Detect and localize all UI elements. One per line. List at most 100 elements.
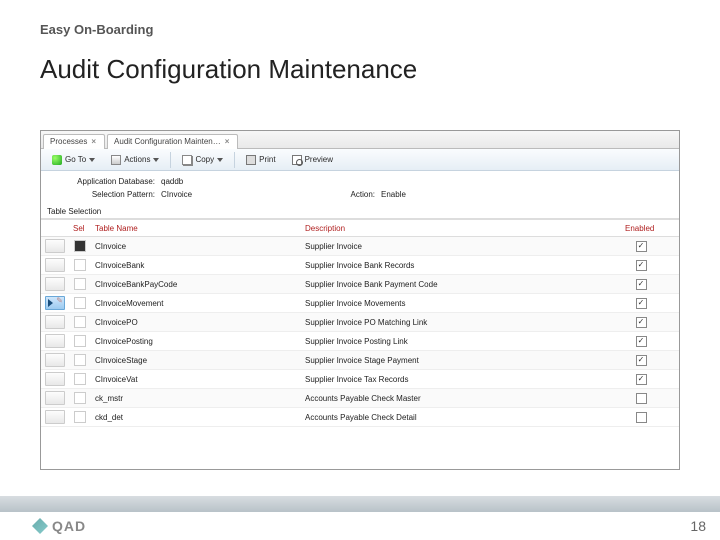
sel-checkbox[interactable] — [74, 354, 86, 366]
col-enabled[interactable]: Enabled — [621, 224, 661, 233]
goto-label: Go To — [65, 155, 86, 164]
cell-table-name: CInvoicePosting — [91, 337, 301, 346]
cell-table-name: ckd_det — [91, 413, 301, 422]
sel-checkbox[interactable] — [74, 392, 86, 404]
cell-table-name: CInvoiceVat — [91, 375, 301, 384]
close-icon[interactable]: × — [91, 137, 96, 146]
row-handle[interactable] — [45, 372, 65, 386]
cell-description: Accounts Payable Check Detail — [301, 413, 621, 422]
preview-button[interactable]: Preview — [285, 151, 340, 169]
enabled-checkbox[interactable] — [636, 279, 647, 290]
row-handle[interactable] — [45, 296, 65, 310]
sel-checkbox[interactable] — [74, 335, 86, 347]
enabled-checkbox[interactable] — [636, 241, 647, 252]
slide-eyebrow: Easy On-Boarding — [40, 22, 153, 37]
enabled-checkbox[interactable] — [636, 336, 647, 347]
row-handle[interactable] — [45, 239, 65, 253]
cell-table-name: ck_mstr — [91, 394, 301, 403]
cell-table-name: CInvoiceBank — [91, 261, 301, 270]
col-name[interactable]: Table Name — [91, 224, 301, 233]
table-row[interactable]: CInvoiceMovementSupplier Invoice Movemen… — [41, 294, 679, 313]
print-label: Print — [259, 155, 275, 164]
table-row[interactable]: CInvoicePostingSupplier Invoice Posting … — [41, 332, 679, 351]
enabled-checkbox[interactable] — [636, 298, 647, 309]
enabled-checkbox[interactable] — [636, 355, 647, 366]
grid-header: Sel Table Name Description Enabled — [41, 219, 679, 237]
cell-table-name: CInvoiceBankPayCode — [91, 280, 301, 289]
copy-button[interactable]: Copy — [175, 151, 230, 169]
preview-icon — [292, 155, 302, 165]
pattern-value[interactable]: CInvoice — [161, 190, 291, 199]
action-value[interactable]: Enable — [381, 190, 511, 199]
chevron-down-icon — [153, 158, 159, 162]
copy-icon — [182, 155, 192, 165]
qad-logo: QAD — [32, 518, 86, 534]
toolbar-separator — [170, 152, 171, 168]
table-row[interactable]: CInvoiceStageSupplier Invoice Stage Paym… — [41, 351, 679, 370]
enabled-checkbox[interactable] — [636, 260, 647, 271]
cell-description: Supplier Invoice Bank Records — [301, 261, 621, 270]
col-sel[interactable]: Sel — [69, 224, 91, 233]
copy-label: Copy — [195, 155, 214, 164]
table-selection-grid: Sel Table Name Description Enabled CInvo… — [41, 219, 679, 427]
chevron-down-icon — [217, 158, 223, 162]
enabled-checkbox[interactable] — [636, 374, 647, 385]
cell-description: Supplier Invoice Movements — [301, 299, 621, 308]
app-window: Processes × Audit Configuration Mainten…… — [40, 130, 680, 470]
tab-processes[interactable]: Processes × — [43, 134, 105, 149]
toolbar-separator — [234, 152, 235, 168]
form-area: Application Database: qaddb Selection Pa… — [41, 171, 679, 203]
print-button[interactable]: Print — [239, 151, 282, 169]
actions-icon — [111, 155, 121, 165]
table-row[interactable]: CInvoicePOSupplier Invoice PO Matching L… — [41, 313, 679, 332]
cell-description: Supplier Invoice Posting Link — [301, 337, 621, 346]
pattern-label: Selection Pattern: — [51, 190, 161, 199]
toolbar: Go To Actions Copy Print Preview — [41, 149, 679, 171]
row-handle[interactable] — [45, 391, 65, 405]
enabled-checkbox[interactable] — [636, 393, 647, 404]
row-handle[interactable] — [45, 353, 65, 367]
slide-title: Audit Configuration Maintenance — [40, 54, 417, 85]
qad-text: QAD — [52, 518, 86, 534]
section-header: Table Selection — [41, 203, 679, 219]
row-handle[interactable] — [45, 258, 65, 272]
sel-checkbox[interactable] — [74, 240, 86, 252]
table-row[interactable]: CInvoiceBankSupplier Invoice Bank Record… — [41, 256, 679, 275]
sel-checkbox[interactable] — [74, 316, 86, 328]
footer-bar — [0, 496, 720, 512]
actions-button[interactable]: Actions — [104, 151, 166, 169]
close-icon[interactable]: × — [225, 137, 230, 146]
tab-label: Audit Configuration Mainten… — [114, 137, 221, 146]
cell-table-name: CInvoiceStage — [91, 356, 301, 365]
sel-checkbox[interactable] — [74, 259, 86, 271]
table-row[interactable]: ckd_detAccounts Payable Check Detail — [41, 408, 679, 427]
table-row[interactable]: ck_mstrAccounts Payable Check Master — [41, 389, 679, 408]
cell-description: Supplier Invoice Bank Payment Code — [301, 280, 621, 289]
tab-audit-config[interactable]: Audit Configuration Mainten… × — [107, 134, 238, 149]
cell-description: Supplier Invoice PO Matching Link — [301, 318, 621, 327]
tab-label: Processes — [50, 137, 87, 146]
preview-label: Preview — [305, 155, 333, 164]
sel-checkbox[interactable] — [74, 278, 86, 290]
row-handle[interactable] — [45, 315, 65, 329]
sel-checkbox[interactable] — [74, 373, 86, 385]
row-handle[interactable] — [45, 277, 65, 291]
sel-checkbox[interactable] — [74, 411, 86, 423]
col-desc[interactable]: Description — [301, 224, 621, 233]
table-row[interactable]: CInvoiceBankPayCodeSupplier Invoice Bank… — [41, 275, 679, 294]
row-handle[interactable] — [45, 410, 65, 424]
db-value: qaddb — [161, 177, 291, 186]
goto-icon — [52, 155, 62, 165]
goto-button[interactable]: Go To — [45, 151, 102, 169]
page-number: 18 — [690, 518, 706, 534]
row-handle[interactable] — [45, 334, 65, 348]
enabled-checkbox[interactable] — [636, 412, 647, 423]
table-row[interactable]: CInvoiceSupplier Invoice — [41, 237, 679, 256]
sel-checkbox[interactable] — [74, 297, 86, 309]
cell-table-name: CInvoicePO — [91, 318, 301, 327]
table-row[interactable]: CInvoiceVatSupplier Invoice Tax Records — [41, 370, 679, 389]
chevron-down-icon — [89, 158, 95, 162]
print-icon — [246, 155, 256, 165]
enabled-checkbox[interactable] — [636, 317, 647, 328]
db-label: Application Database: — [51, 177, 161, 186]
